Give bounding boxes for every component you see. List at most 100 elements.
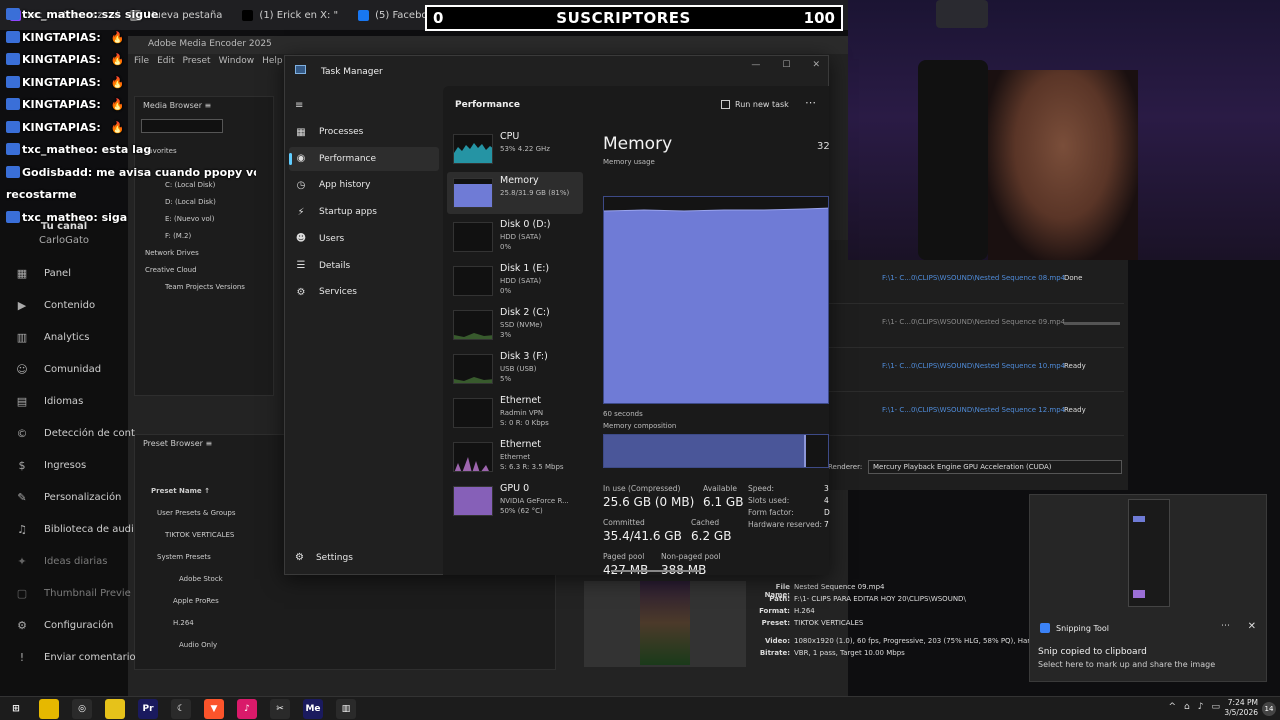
run-new-task-button[interactable]: Run new task <box>721 100 789 109</box>
stat-value: 25.6 GB (0 MB) <box>603 495 695 509</box>
tree-cloud[interactable]: Creative Cloud <box>145 266 197 274</box>
snip-subtitle: Select here to mark up and share the ima… <box>1038 660 1216 669</box>
capcut2-icon[interactable]: ✂ <box>270 699 290 719</box>
queue-row[interactable]: F:\1- C...0\CLIPS\WSOUND\Nested Sequence… <box>828 392 1124 436</box>
yt-nav-item[interactable]: ⚙ Configuración <box>16 619 113 632</box>
preset-row[interactable]: H.264 <box>173 619 194 627</box>
battery-icon[interactable]: ▭ <box>1211 702 1220 712</box>
tree-drive-f[interactable]: F: (M.2) <box>165 232 191 240</box>
notification-badge[interactable]: 14 <box>1262 702 1276 716</box>
renderer-dropdown[interactable]: Mercury Playback Engine GPU Acceleration… <box>868 460 1122 474</box>
more-options-icon[interactable]: ⋯ <box>805 96 816 109</box>
resource-item[interactable]: Disk 3 (F:) USB (USB) 5% <box>447 348 583 390</box>
queue-row[interactable]: F:\1- C...0\CLIPS\WSOUND\Nested Sequence… <box>828 304 1124 348</box>
yt-nav-item[interactable]: ✦ Ideas diarias <box>16 555 107 568</box>
tm-nav-details[interactable]: ☰ Details <box>289 254 439 278</box>
clock[interactable]: 7:24 PM 3/5/2026 <box>1224 698 1258 718</box>
chat-username: txc_matheo: <box>22 8 98 21</box>
preset-row[interactable]: TIKTOK VERTICALES <box>165 531 234 539</box>
resource-item[interactable]: GPU 0 NVIDIA GeForce R... 50% (62 °C) <box>447 480 583 522</box>
tm-nav-app-history[interactable]: ◷ App history <box>289 173 439 197</box>
nav-icon: ▥ <box>16 331 28 344</box>
tm-nav-processes[interactable]: ▦ Processes <box>289 120 439 144</box>
tm-nav-performance[interactable]: ◉ Performance <box>289 146 439 171</box>
premiere-icon[interactable]: Pr <box>138 699 158 719</box>
yt-nav-item[interactable]: ▥ Analytics <box>16 331 90 344</box>
sticky-icon[interactable] <box>105 699 125 719</box>
resource-item[interactable]: Disk 2 (C:) SSD (NVMe) 3% <box>447 304 583 346</box>
nav-icon: ✦ <box>17 555 27 568</box>
yt-nav-item[interactable]: ☺ Comunidad <box>16 363 101 376</box>
nav-icon: ▦ <box>16 267 28 280</box>
resource-item[interactable]: Disk 1 (E:) HDD (SATA) 0% <box>447 260 583 302</box>
preset-row[interactable]: System Presets <box>157 553 211 561</box>
nav-label: Contenido <box>44 300 96 311</box>
renderer-row: Renderer: Mercury Playback Engine GPU Ac… <box>828 458 1128 478</box>
resource-sub1: HDD (SATA) <box>500 277 542 285</box>
queue-row[interactable]: F:\1- C...0\CLIPS\WSOUND\Nested Sequence… <box>828 348 1124 392</box>
preset-row[interactable]: User Presets & Groups <box>157 509 236 517</box>
brave-icon[interactable]: ▼ <box>204 699 224 719</box>
yt-nav-item[interactable]: ! Enviar comentario <box>16 651 136 664</box>
queue-output-path[interactable]: F:\1- C...0\CLIPS\WSOUND\Nested Sequence… <box>882 274 1065 282</box>
close-button[interactable]: ✕ <box>812 60 820 70</box>
stat-value: D <box>824 508 830 517</box>
yt-nav-item[interactable]: ▤ Idiomas <box>16 395 83 408</box>
run-new-task-label: Run new task <box>735 100 789 109</box>
yt-nav-item[interactable]: ▢ Thumbnail Previe <box>16 587 131 600</box>
resource-item[interactable]: CPU 53% 4.22 GHz <box>447 128 583 170</box>
preset-row[interactable]: Adobe Stock <box>179 575 223 583</box>
prop-label: Preset: <box>761 619 790 627</box>
prop-label: Format: <box>759 607 790 615</box>
media-encoder-icon[interactable]: Me <box>303 699 323 719</box>
capcut-icon[interactable]: ☾ <box>171 699 191 719</box>
tm-nav-users[interactable]: ☻ Users <box>289 227 439 251</box>
queue-row[interactable]: F:\1- C...0\CLIPS\WSOUND\Nested Sequence… <box>828 260 1124 304</box>
file-explorer-icon[interactable] <box>39 699 59 719</box>
settings-nav-item[interactable]: ⚙ Settings <box>295 552 353 563</box>
start-icon[interactable]: ⊞ <box>6 699 26 719</box>
queue-output-path[interactable]: F:\1- C...0\CLIPS\WSOUND\Nested Sequence… <box>882 318 1065 326</box>
tm-nav-startup-apps[interactable]: ⚡ Startup apps <box>289 200 439 224</box>
snip-preview[interactable] <box>1128 499 1170 607</box>
prop-value: H.264 <box>794 607 815 615</box>
snipping-tool-toast[interactable]: Snipping Tool ⋯ ✕ Snip copied to clipboa… <box>1029 494 1267 682</box>
yt-nav-item[interactable]: ♫ Biblioteca de audi <box>16 523 134 536</box>
nav-icon: ◷ <box>296 179 306 191</box>
yt-nav-item[interactable]: ▶ Contenido <box>16 299 95 312</box>
chat-message: Godisbadd: me avisa cuando ppopy voy a <box>6 162 256 185</box>
tree-network[interactable]: Network Drives <box>145 249 199 257</box>
task-manager-icon[interactable]: ▥ <box>336 699 356 719</box>
queue-output-path[interactable]: F:\1- C...0\CLIPS\WSOUND\Nested Sequence… <box>882 362 1065 370</box>
stream-chat-overlay: txc_matheo: szs sigue KINGTAPIAS: 🔥 KINGTA… <box>6 4 256 229</box>
obs-icon[interactable]: ◎ <box>72 699 92 719</box>
network-icon[interactable]: ⌂ <box>1184 702 1190 712</box>
tiktok-icon[interactable]: ♪ <box>237 699 257 719</box>
close-icon[interactable]: ✕ <box>1248 621 1256 632</box>
preset-col-header[interactable]: Preset Name ↑ <box>151 487 210 495</box>
tm-nav-services[interactable]: ⚙ Services <box>289 280 439 304</box>
resource-item[interactable]: Ethernet Ethernet S: 6.3 R: 3.5 Mbps <box>447 436 583 478</box>
chat-username: KINGTAPIAS: <box>22 98 101 111</box>
yt-nav-item[interactable]: ✎ Personalización <box>16 491 121 504</box>
tree-team[interactable]: Team Projects Versions <box>165 283 245 291</box>
menu-help[interactable]: Help <box>262 56 283 68</box>
preset-row[interactable]: Audio Only <box>179 641 217 649</box>
chevron-up-icon[interactable]: ^ <box>1168 702 1176 712</box>
scrollbar[interactable] <box>611 570 701 572</box>
resource-details: 25.8/31.9 GB (81%) <box>500 188 569 198</box>
resource-item[interactable]: Memory 25.8/31.9 GB (81%) <box>447 172 583 214</box>
maximize-button[interactable]: ☐ <box>782 60 790 70</box>
yt-nav-item[interactable]: ▦ Panel <box>16 267 71 280</box>
yt-nav-item[interactable]: $ Ingresos <box>16 459 87 472</box>
resource-name: Disk 0 (D:) <box>500 219 551 230</box>
queue-output-path[interactable]: F:\1- C...0\CLIPS\WSOUND\Nested Sequence… <box>882 406 1065 414</box>
yt-nav-item[interactable]: © Detección de cont <box>16 427 135 440</box>
volume-icon[interactable]: ♪ <box>1198 702 1204 712</box>
preset-row[interactable]: Apple ProRes <box>173 597 219 605</box>
more-options-icon[interactable]: ⋯ <box>1221 621 1230 631</box>
resource-item[interactable]: Ethernet Radmin VPN S: 0 R: 0 Kbps <box>447 392 583 434</box>
resource-item[interactable]: Disk 0 (D:) HDD (SATA) 0% <box>447 216 583 258</box>
minimize-button[interactable]: — <box>751 60 760 70</box>
stat-label: Hardware reserved: <box>748 520 823 529</box>
